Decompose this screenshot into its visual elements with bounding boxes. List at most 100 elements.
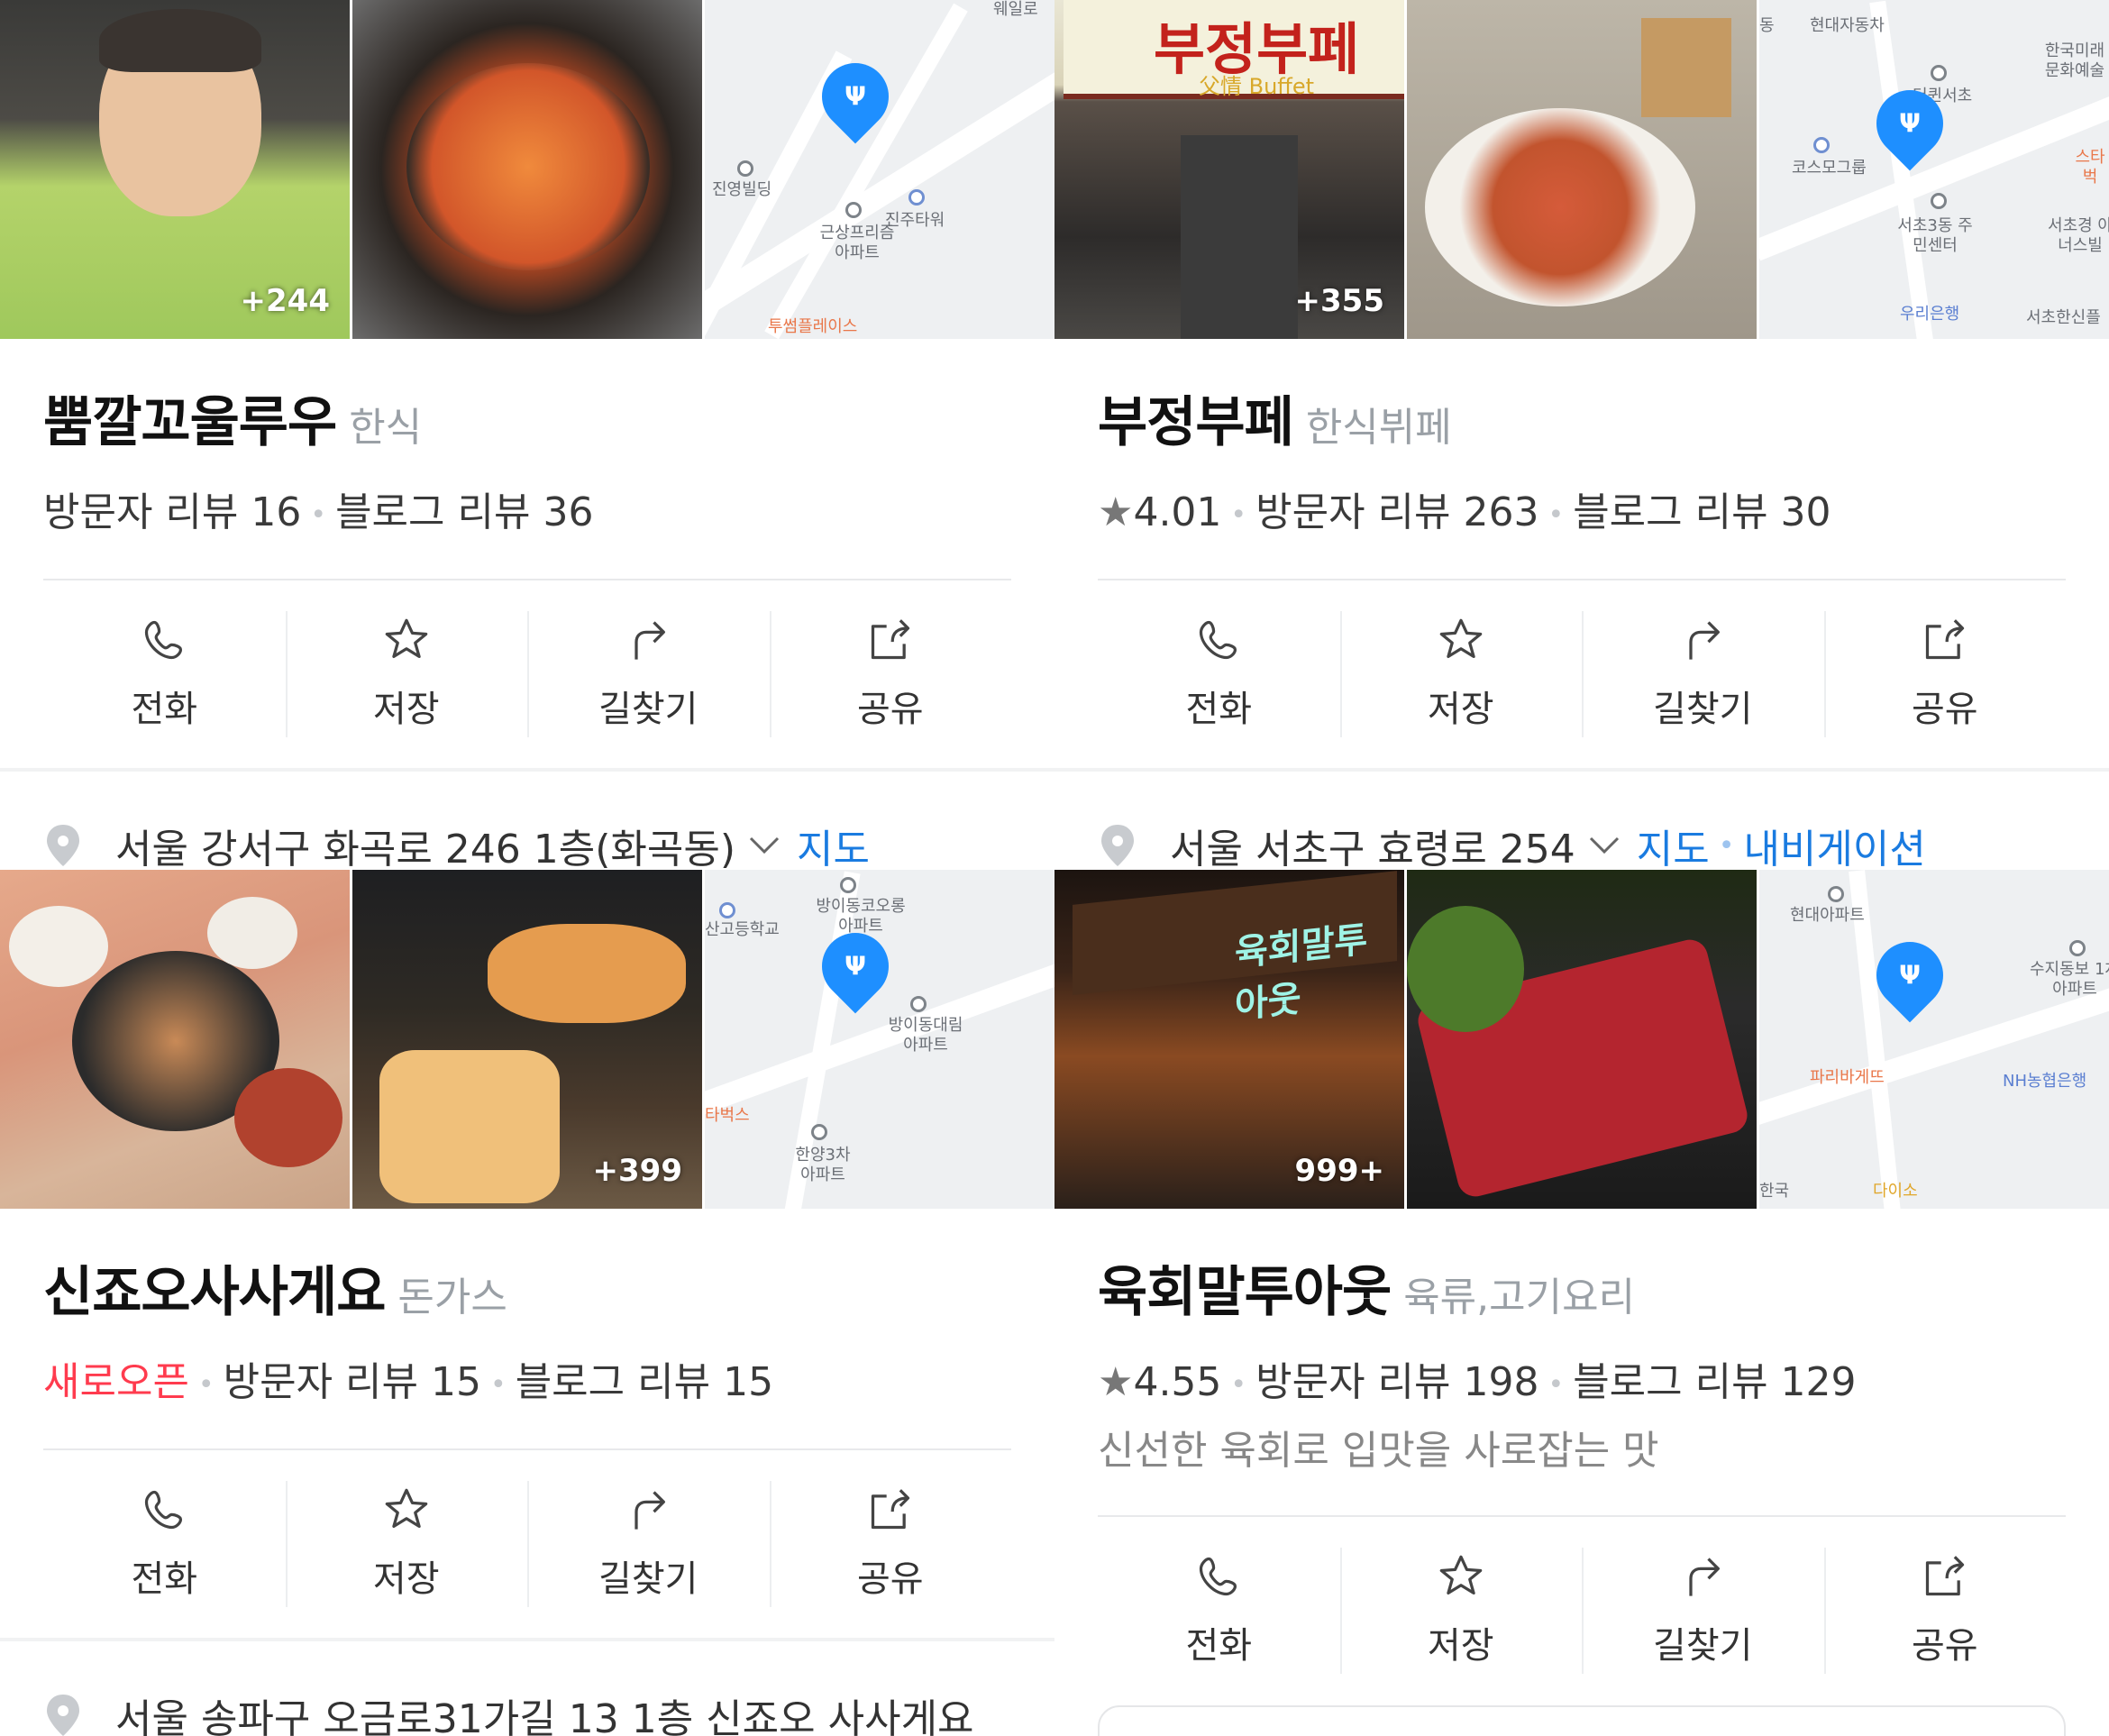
bowl: [207, 897, 297, 969]
review-meta: 새로오픈 • 방문자 리뷰 15 • 블로그 리뷰 15: [43, 1359, 774, 1405]
phone-icon: [145, 620, 183, 660]
call-button[interactable]: 전화: [43, 611, 286, 737]
poi-icon: [908, 189, 925, 206]
visitor-reviews[interactable]: 방문자 리뷰 263: [1255, 489, 1538, 535]
map-label: 방이동코오롱 아파트: [816, 897, 906, 936]
save-button[interactable]: 저장: [1339, 611, 1583, 737]
entrance: [1181, 135, 1298, 339]
map-label: 방이동대림 아파트: [888, 1016, 963, 1055]
divider: [1098, 579, 2066, 580]
blog-reviews[interactable]: 블로그 리뷰 30: [1573, 489, 1831, 535]
sign-text: 육회말투아웃: [1235, 918, 1368, 1027]
place-name[interactable]: 부정부페: [1098, 391, 1294, 454]
star-icon: [385, 1488, 428, 1529]
photo-strip[interactable]: +244 웨일로 진영빌딩 근상프리즘 아파트 진주타워 투썸플레이스 Ψ: [0, 0, 1054, 339]
directions-label: 길찾기: [598, 689, 698, 730]
share-button[interactable]: 공유: [1823, 1548, 2067, 1674]
photo-1[interactable]: [0, 870, 350, 1209]
divider: [43, 1448, 1011, 1450]
call-label: 전화: [1185, 1625, 1253, 1667]
map-label: 현대아파트: [1790, 906, 1865, 925]
share-button[interactable]: 공유: [769, 611, 1012, 737]
rating-value: 4.55: [1133, 1359, 1222, 1405]
place-description: 신선한 육회로 입맛을 사로잡는 맛: [1098, 1428, 1659, 1474]
photo-2[interactable]: [1407, 0, 1757, 339]
store-sign: 부정부페 父情 Buffet: [1064, 0, 1404, 99]
mini-map[interactable]: 웨일로 진영빌딩 근상프리즘 아파트 진주타워 투썸플레이스 Ψ: [705, 0, 1054, 339]
photo-2[interactable]: +399: [352, 870, 702, 1209]
photo-count: +244: [240, 283, 330, 319]
place-name[interactable]: 육회말투아웃: [1098, 1261, 1392, 1324]
photo-count: +355: [1294, 283, 1384, 319]
title-row: 부정부페 한식뷔페: [1098, 379, 1452, 457]
call-label: 전화: [131, 1558, 198, 1600]
tissue-box: [1641, 18, 1731, 117]
directions-label: 길찾기: [598, 1558, 698, 1600]
call-button[interactable]: 전화: [43, 1481, 286, 1607]
save-button[interactable]: 저장: [1339, 1548, 1583, 1674]
photo-strip[interactable]: 육회말투아웃 999+ 현대아파트 수지동보 1차아파트 파리바게뜨 NH농협은…: [1054, 870, 2109, 1209]
save-button[interactable]: 저장: [285, 611, 528, 737]
navigation-link[interactable]: 내비게이션: [1743, 817, 1925, 874]
share-button[interactable]: 공유: [1823, 611, 2067, 737]
address-text[interactable]: 서울 송파구 오금로31가길 13 1층 신죠오 사사게요: [115, 1686, 974, 1736]
map-link[interactable]: 지도: [1637, 817, 1710, 874]
bowl: [9, 906, 108, 987]
call-button[interactable]: 전화: [1098, 611, 1340, 737]
side-dish: [234, 1068, 342, 1167]
blog-reviews[interactable]: 블로그 리뷰 15: [516, 1359, 773, 1405]
poi-icon: [811, 1124, 827, 1140]
call-button[interactable]: 전화: [1098, 1548, 1340, 1674]
chevron-down-icon[interactable]: [1588, 836, 1621, 855]
address-row: 서울 송파구 오금로31가길 13 1층 신죠오 사사게요: [43, 1686, 974, 1736]
directions-button[interactable]: 길찾기: [1582, 611, 1824, 737]
map-label: 진주타워: [885, 211, 945, 230]
photo-1[interactable]: +244: [0, 0, 350, 339]
rating-star-icon: ★: [1098, 1359, 1134, 1405]
action-bar: 전화 저장 길찾기 공유: [1098, 1548, 2066, 1674]
blog-reviews[interactable]: 블로그 리뷰 36: [335, 489, 593, 535]
photo-2[interactable]: [1407, 870, 1757, 1209]
directions-button[interactable]: 길찾기: [1582, 1548, 1824, 1674]
chevron-down-icon[interactable]: [748, 836, 781, 855]
address-text[interactable]: 서울 서초구 효령로 254: [1170, 817, 1575, 874]
place-category: 한식: [349, 405, 423, 451]
directions-icon: [635, 1491, 666, 1530]
address-row: 서울 강서구 화곡로 246 1층(화곡동) 지도: [43, 817, 870, 874]
visitor-reviews[interactable]: 방문자 리뷰 198: [1255, 1359, 1538, 1405]
directions-icon: [1689, 1558, 1721, 1596]
directions-button[interactable]: 길찾기: [527, 611, 770, 737]
directions-button[interactable]: 길찾기: [527, 1481, 770, 1607]
review-meta: ★4.01 • 방문자 리뷰 263 • 블로그 리뷰 30: [1098, 489, 1831, 535]
share-button[interactable]: 공유: [769, 1481, 1012, 1607]
map-label: 한양3차 아파트: [795, 1146, 851, 1184]
photo-1[interactable]: 부정부페 父情 Buffet +355: [1054, 0, 1404, 339]
sign-subtext: 父情 Buffet: [1199, 74, 1315, 99]
photo-count: +399: [592, 1153, 682, 1189]
photo-1[interactable]: 육회말투아웃 999+: [1054, 870, 1404, 1209]
photo-strip[interactable]: 부정부페 父情 Buffet +355 동 현대자동차 한국미래 문화예술 더퀸…: [1054, 0, 2109, 339]
save-label: 저장: [372, 689, 440, 730]
photo-strip[interactable]: +399 방이동코오롱 아파트 산고등학교 방이동대림 아파트 타벅스 한양3차…: [0, 870, 1054, 1209]
map-link[interactable]: 지도: [797, 817, 870, 874]
visitor-reviews[interactable]: 방문자 리뷰 15: [224, 1359, 481, 1405]
share-label: 공유: [1911, 689, 1978, 730]
address-row: 서울 서초구 효령로 254 지도 • 내비게이션: [1098, 817, 1926, 874]
hair: [99, 9, 261, 72]
map-label: NH농협은행: [2003, 1072, 2087, 1091]
mini-map[interactable]: 방이동코오롱 아파트 산고등학교 방이동대림 아파트 타벅스 한양3차 아파트 …: [705, 870, 1054, 1209]
blog-reviews[interactable]: 블로그 리뷰 129: [1573, 1359, 1856, 1405]
mini-map[interactable]: 동 현대자동차 한국미래 문화예술 더퀸서초 코스모그룹 스타벅 서초3동 주민…: [1759, 0, 2109, 339]
map-label: 한국미래 문화예술: [2044, 41, 2105, 80]
address-text[interactable]: 서울 강서구 화곡로 246 1층(화곡동): [115, 817, 735, 874]
phone-icon: [145, 1490, 183, 1530]
place-name[interactable]: 신죠오사사게요: [43, 1261, 386, 1324]
collapsed-panel[interactable]: [1098, 1705, 2066, 1736]
save-button[interactable]: 저장: [285, 1481, 528, 1607]
mini-map[interactable]: 현대아파트 수지동보 1차아파트 파리바게뜨 NH농협은행 다이소 한국 Ψ: [1759, 870, 2109, 1209]
map-label: 현대자동차: [1810, 16, 1885, 35]
map-label: 스타벅: [2075, 148, 2105, 187]
visitor-reviews[interactable]: 방문자 리뷰 16: [43, 489, 301, 535]
photo-2[interactable]: [352, 0, 702, 339]
place-name[interactable]: 뿜깔꼬울루우: [43, 391, 337, 454]
